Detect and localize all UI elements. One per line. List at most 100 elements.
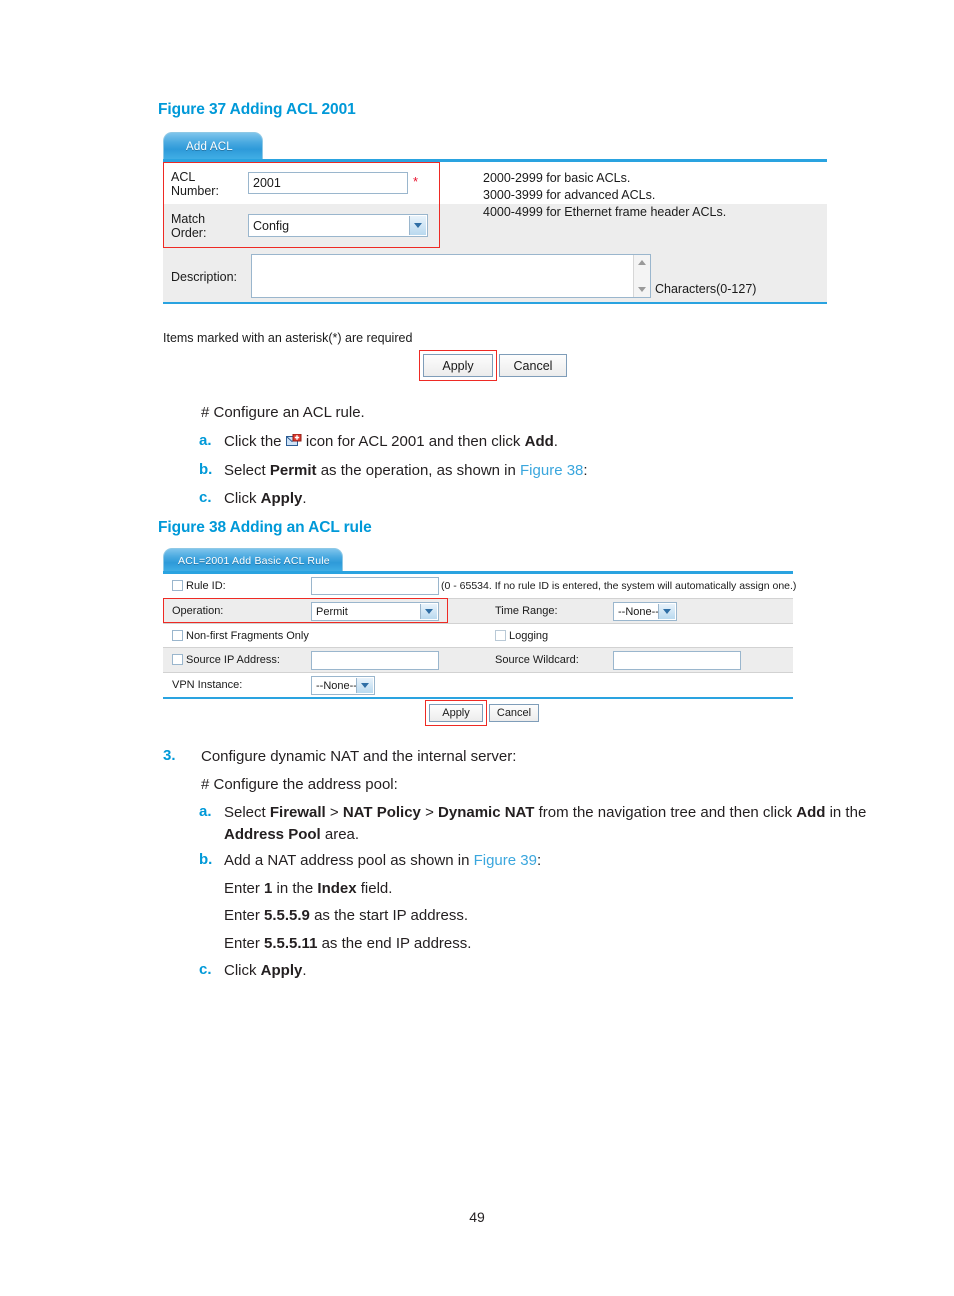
operation-row: Operation: Permit Time Range: --None--: [163, 599, 793, 623]
acl-number-range-help: 2000-2999 for basic ACLs. 3000-3999 for …: [483, 171, 727, 219]
figure-38-apply-label: Apply: [442, 707, 470, 719]
list-item-c-1-pre: Click: [224, 490, 261, 507]
rule-id-label: Rule ID:: [186, 580, 226, 592]
list-item-a-1-post: .: [553, 433, 558, 450]
list-item-b-1-mid: as the operation, as shown in: [316, 462, 521, 479]
b2-s0: Add a NAT address pool as shown in: [224, 852, 474, 869]
chevron-down-icon[interactable]: [658, 604, 675, 619]
list-item-b-2-line1: Add a NAT address pool as shown in Figur…: [224, 851, 541, 871]
c2-s1: Apply: [260, 962, 303, 979]
list-item-a-1-pre: Click the: [224, 433, 286, 450]
a2-s2: >: [325, 804, 343, 821]
time-range-label: Time Range:: [495, 605, 558, 617]
b2-s2: :: [536, 852, 542, 869]
figure-38-apply-button[interactable]: Apply: [429, 704, 483, 722]
list-marker-b-1: b.: [199, 461, 213, 478]
tab-add-acl[interactable]: Add ACL: [163, 132, 263, 160]
figure-37-cancel-button[interactable]: Cancel: [499, 354, 567, 377]
step-3-title: Configure dynamic NAT and the internal s…: [201, 748, 517, 765]
a2-s7: Add: [796, 804, 826, 821]
rule-id-input[interactable]: [311, 577, 439, 595]
a2-s4: >: [420, 804, 439, 821]
figure-37-tabstrip: Add ACL: [163, 132, 827, 162]
figure-37-caption: Figure 37 Adding ACL 2001: [158, 101, 356, 118]
vpn-instance-select[interactable]: --None--: [311, 676, 375, 695]
description-textarea[interactable]: [251, 254, 651, 298]
list-item-b-1-pre: Select: [224, 462, 270, 479]
list-marker-c-2: c.: [199, 961, 212, 978]
b2-sub3-s0: Enter: [224, 935, 265, 952]
chevron-down-icon[interactable]: [409, 216, 426, 235]
list-item-c-2: Click Apply.: [224, 961, 307, 981]
scroll-up-icon[interactable]: [634, 255, 650, 270]
fragments-logging-row: Non-first Fragments Only Logging: [163, 624, 793, 647]
rule-id-hint: (0 - 65534. If no rule ID is entered, th…: [441, 580, 797, 592]
chevron-down-icon[interactable]: [356, 678, 373, 693]
list-marker-a-2: a.: [199, 803, 212, 820]
b2-sub2-s0: Enter: [224, 907, 265, 924]
acl-number-required-asterisk: *: [413, 174, 419, 189]
a2-l2-s1: area.: [320, 826, 360, 843]
b2-sub2-s2: as the start IP address.: [309, 907, 469, 924]
a2-s0: Select: [224, 804, 270, 821]
list-marker-b-2: b.: [199, 851, 213, 868]
b2-sub1-s3: Index: [317, 880, 357, 897]
list-item-c-1: Click Apply.: [224, 489, 307, 509]
operation-select[interactable]: Permit: [311, 602, 439, 621]
description-scrollbar[interactable]: [633, 255, 650, 297]
add-rule-icon[interactable]: [285, 433, 302, 449]
description-row: Description: Characters(0-127): [163, 248, 827, 302]
figure-38-form: Rule ID: (0 - 65534. If no rule ID is en…: [163, 574, 797, 699]
acl-number-input[interactable]: 2001: [248, 172, 408, 194]
time-range-select-value: --None--: [618, 605, 659, 618]
list-item-b-2-subline-3: Enter 5.5.5.11 as the end IP address.: [224, 934, 471, 954]
rule-id-checkbox[interactable]: [172, 580, 183, 591]
match-order-select[interactable]: Config: [248, 214, 428, 237]
b2-sub1-s0: Enter: [224, 880, 265, 897]
figure-37-required-note: Items marked with an asterisk(*) are req…: [163, 331, 413, 345]
list-item-a-1-bold: Add: [524, 433, 554, 450]
list-marker-c-1: c.: [199, 489, 212, 506]
figure-37-screenshot: Add ACL ACL Number: 2001 * Match Order: …: [163, 132, 827, 332]
logging-checkbox[interactable]: [495, 630, 506, 641]
figure-38-cancel-button[interactable]: Cancel: [489, 704, 539, 722]
a2-s5: Dynamic NAT: [438, 804, 535, 821]
chevron-down-icon[interactable]: [420, 604, 437, 619]
time-range-select[interactable]: --None--: [613, 602, 677, 621]
operation-label: Operation:: [172, 605, 224, 617]
list-item-a-2-line1: Select Firewall > NAT Policy > Dynamic N…: [224, 803, 866, 823]
figure-38-screenshot: ACL=2001 Add Basic ACL Rule Rule ID: (0 …: [163, 548, 797, 699]
description-char-counter: Characters(0-127): [655, 282, 757, 296]
figure-38-caption: Figure 38 Adding an ACL rule: [158, 519, 372, 536]
a2-s6: from the navigation tree and then click: [534, 804, 797, 821]
step-3-heading: # Configure the address pool:: [201, 776, 398, 793]
figure-39-cross-reference[interactable]: Figure 39: [474, 852, 537, 869]
figure-38-bottom-rule: [163, 697, 793, 699]
b2-sub3-s1: 5.5.5.11: [264, 935, 318, 952]
tab-add-acl-label: Add ACL: [186, 140, 233, 153]
figure-38-tabstrip: ACL=2001 Add Basic ACL Rule: [163, 548, 793, 574]
source-ip-row: Source IP Address: Source Wildcard:: [163, 648, 793, 672]
source-wildcard-input[interactable]: [613, 651, 741, 670]
non-first-fragments-checkbox[interactable]: [172, 630, 183, 641]
figure-37-bottom-rule: [163, 302, 827, 304]
acl-number-input-value: 2001: [253, 176, 281, 190]
list-item-a-2-line2: Address Pool area.: [224, 825, 359, 845]
figure-38-cross-reference[interactable]: Figure 38: [520, 462, 583, 479]
figure-38-cancel-label: Cancel: [496, 707, 532, 719]
list-item-b-2-subline-1: Enter 1 in the Index field.: [224, 879, 392, 899]
b2-sub2-s1: 5.5.5.9: [264, 907, 310, 924]
list-item-c-1-post: .: [302, 490, 307, 507]
list-item-b-2-subline-2: Enter 5.5.5.9 as the start IP address.: [224, 906, 468, 926]
source-ip-input[interactable]: [311, 651, 439, 670]
c2-s0: Click: [224, 962, 261, 979]
list-item-b-1-bold: Permit: [269, 462, 317, 479]
tab-add-basic-acl-rule[interactable]: ACL=2001 Add Basic ACL Rule: [163, 548, 343, 572]
list-item-c-1-bold: Apply: [260, 490, 303, 507]
source-ip-checkbox[interactable]: [172, 654, 183, 665]
scroll-down-icon[interactable]: [634, 282, 650, 297]
figure-37-apply-button[interactable]: Apply: [423, 354, 493, 377]
configure-acl-rule-heading: # Configure an ACL rule.: [201, 404, 365, 421]
b2-sub1-s2: in the: [272, 880, 318, 897]
b2-sub1-s4: field.: [356, 880, 393, 897]
